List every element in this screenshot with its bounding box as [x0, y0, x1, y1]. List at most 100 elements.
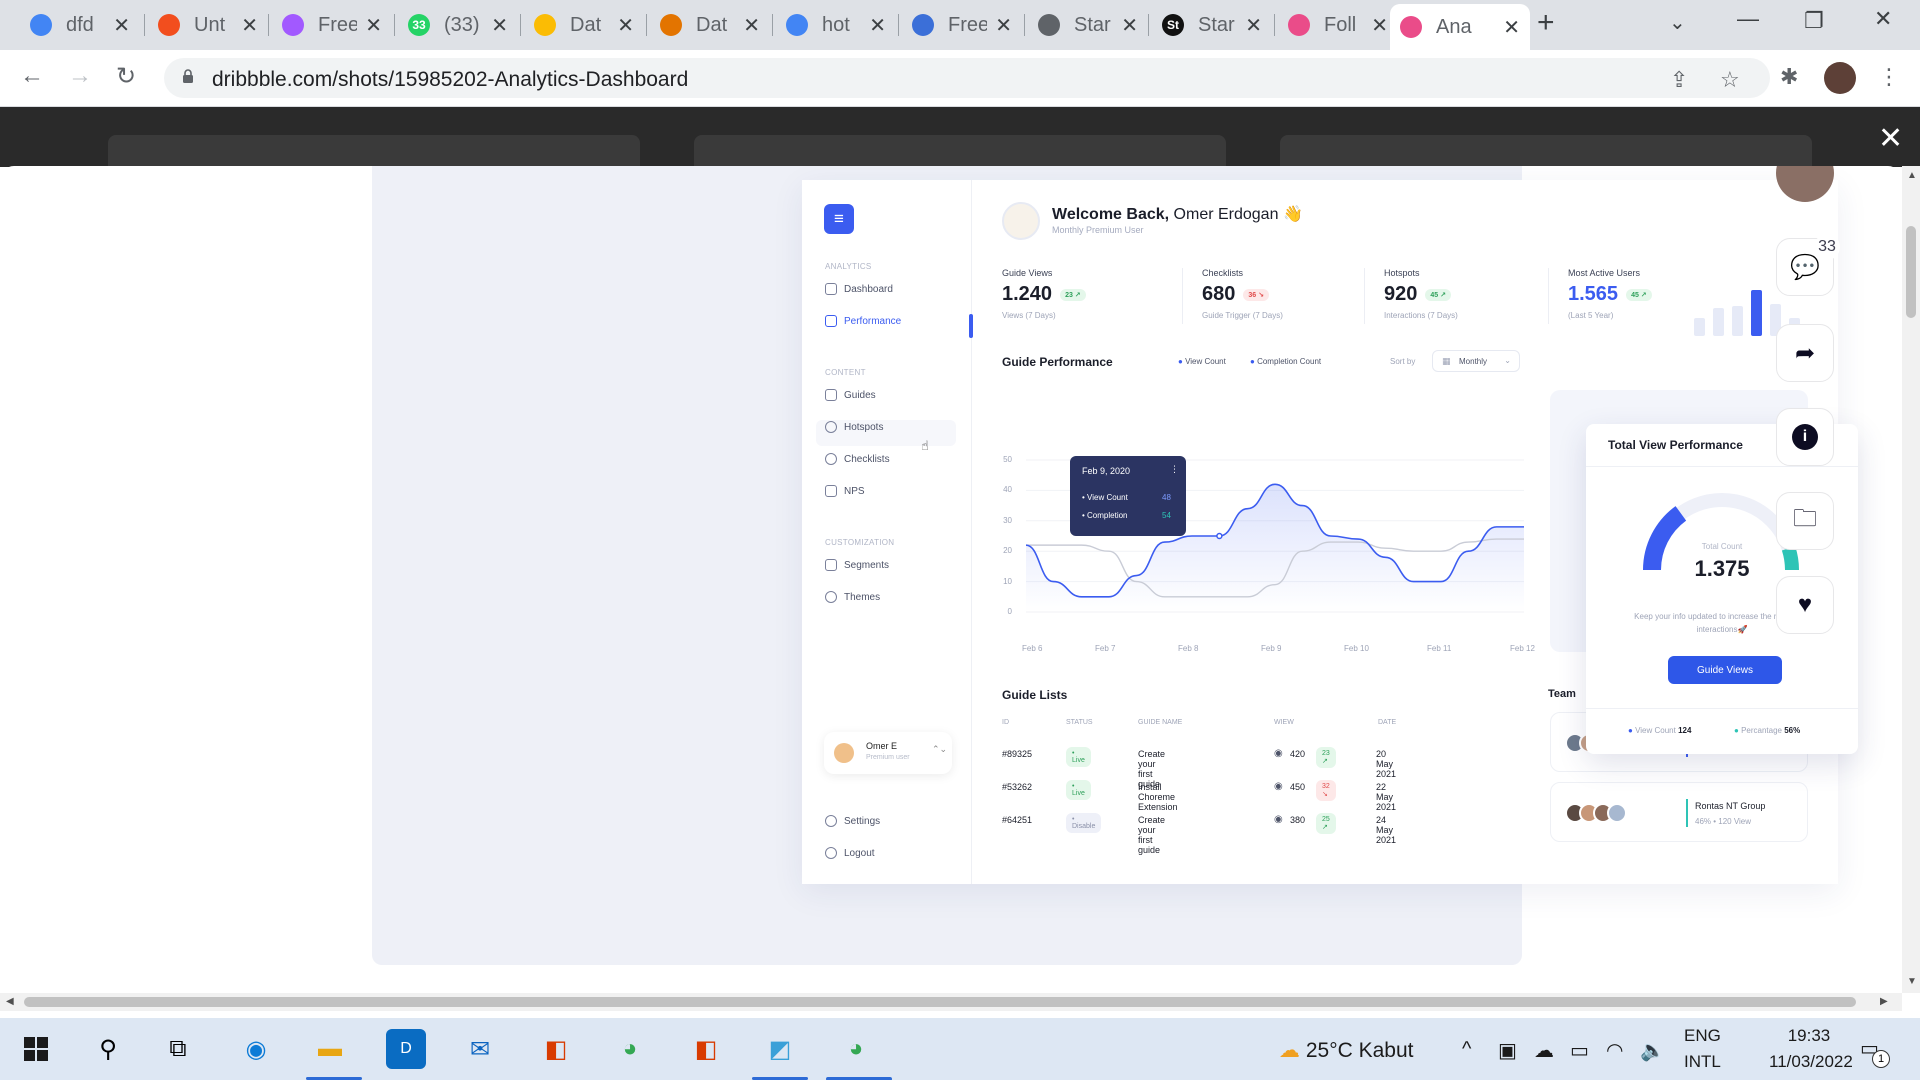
back-button[interactable]: ← [20, 62, 44, 90]
browser-tab[interactable]: Unt ✕ [148, 8, 268, 42]
series-point-view-count [1412, 580, 1414, 582]
wifi-icon[interactable]: ◠ [1606, 1038, 1623, 1063]
dell-icon[interactable]: D [386, 1029, 426, 1069]
battery-icon[interactable]: ▭ [1570, 1038, 1589, 1063]
tab-search-icon[interactable]: ⌄ [1669, 10, 1686, 35]
scroll-right-icon[interactable]: ▶ [1880, 996, 1888, 1007]
series-point-completion-count [1163, 596, 1165, 598]
close-tab-icon[interactable]: ✕ [1121, 13, 1138, 38]
bookmark-star-icon[interactable]: ☆ [1720, 67, 1740, 93]
profile-avatar[interactable] [1824, 62, 1856, 94]
legend-value: 56% [1784, 726, 1801, 735]
tab-separator [898, 14, 899, 36]
series-point-completion-count [1218, 596, 1220, 598]
series-point-view-count [1246, 507, 1248, 509]
tab-title: Dat [570, 13, 602, 36]
office-icon[interactable]: ◧ [686, 1029, 726, 1069]
clock-time[interactable]: 19:33 [1769, 1026, 1849, 1046]
close-tab-icon[interactable]: ✕ [241, 13, 258, 38]
tab-title: Foll [1324, 13, 1357, 36]
restore-button[interactable]: ❐ [1804, 8, 1824, 34]
close-tab-icon[interactable]: ✕ [491, 13, 508, 38]
reload-button[interactable]: ↻ [116, 62, 136, 91]
close-window-button[interactable]: ✕ [1874, 6, 1892, 32]
onedrive-icon[interactable]: ☁ [1534, 1038, 1554, 1063]
close-tab-icon[interactable]: ✕ [1503, 15, 1520, 40]
browser-tab[interactable]: Foll ✕ [1278, 8, 1398, 42]
browser-tab[interactable]: Free ✕ [902, 8, 1022, 42]
browser-menu-icon[interactable]: ⋮ [1878, 64, 1900, 90]
minimize-button[interactable]: — [1737, 6, 1759, 32]
edge-icon[interactable]: ◉ [236, 1029, 276, 1069]
tab-title: Star [1198, 13, 1235, 36]
close-tab-icon[interactable]: ✕ [617, 13, 634, 38]
browser-tab[interactable]: dfd ✕ [20, 8, 140, 42]
series-point-view-count [1495, 526, 1497, 528]
folder-plus-icon: 🗀 [1793, 504, 1817, 532]
scroll-up-icon[interactable]: ▲ [1907, 170, 1917, 181]
series-point-completion-count [1274, 583, 1276, 585]
input-layout[interactable]: INTL [1684, 1052, 1721, 1072]
scroll-thumb[interactable] [1906, 226, 1916, 318]
scroll-down-icon[interactable]: ▼ [1907, 976, 1917, 987]
eye-icon: ◉ [1274, 814, 1283, 825]
browser-tab[interactable]: Dat ✕ [524, 8, 644, 42]
tab-separator [1274, 14, 1275, 36]
chrome-profile-icon[interactable]: ◕ [836, 1029, 876, 1069]
like-button[interactable]: ♥ [1776, 576, 1834, 634]
office-icon[interactable]: ◧ [536, 1029, 576, 1069]
meet-now-icon[interactable]: ▣ [1498, 1038, 1517, 1063]
close-tab-icon[interactable]: ✕ [365, 13, 382, 38]
volume-icon[interactable]: 🔈 [1640, 1038, 1665, 1063]
omnibox[interactable]: dribbble.com/shots/15985202-Analytics-Da… [164, 58, 1770, 98]
card-title: Total View Performance [1608, 438, 1743, 452]
browser-tab[interactable]: Dat ✕ [650, 8, 770, 42]
column-header: DATE [1378, 719, 1397, 726]
series-point-completion-count [1523, 538, 1525, 540]
browser-tab[interactable]: hot ✕ [776, 8, 896, 42]
url-text[interactable]: dribbble.com/shots/15985202-Analytics-Da… [212, 68, 688, 92]
divider [1586, 708, 1858, 709]
share-icon[interactable]: ⇪ [1670, 67, 1688, 93]
close-tab-icon[interactable]: ✕ [995, 13, 1012, 38]
series-point-view-count [1163, 541, 1165, 543]
info-button[interactable]: i [1776, 408, 1834, 466]
new-tab-button[interactable]: + [1537, 6, 1555, 40]
browser-tab[interactable]: St Star ✕ [1152, 8, 1272, 42]
search-icon[interactable]: ⚲ [88, 1029, 128, 1069]
close-tab-icon[interactable]: ✕ [113, 13, 130, 38]
add-to-collection-button[interactable]: 🗀 [1776, 492, 1834, 550]
series-point-completion-count [1384, 547, 1386, 549]
horizontal-scrollbar[interactable]: ◀ ▶ [0, 993, 1902, 1011]
weather-widget[interactable]: ☁ 25°C Kabut [1279, 1038, 1413, 1063]
scroll-thumb[interactable] [24, 997, 1856, 1007]
mail-icon[interactable]: ✉ [460, 1029, 500, 1069]
share-arrow-icon: ➦ [1794, 339, 1816, 367]
close-tab-icon[interactable]: ✕ [743, 13, 760, 38]
windows-start-icon[interactable] [16, 1029, 56, 1069]
close-tab-icon[interactable]: ✕ [869, 13, 886, 38]
browser-tab[interactable]: 33 (33) ✕ [398, 8, 518, 42]
scroll-left-icon[interactable]: ◀ [6, 996, 14, 1007]
browser-tab[interactable]: Ana ✕ [1390, 4, 1530, 50]
file-explorer-icon[interactable]: ▬ [310, 1029, 350, 1069]
series-point-completion-count [1412, 550, 1414, 552]
background-shot [694, 135, 1226, 167]
browser-tab[interactable]: Star ✕ [1028, 8, 1148, 42]
tab-separator [1024, 14, 1025, 36]
browser-tab[interactable]: Free ✕ [272, 8, 392, 42]
notes-app-icon[interactable]: ◩ [760, 1029, 800, 1069]
extensions-icon[interactable]: ✱ [1780, 64, 1798, 90]
chrome-icon[interactable]: ◕ [610, 1029, 650, 1069]
show-hidden-icons[interactable]: ^ [1462, 1038, 1471, 1061]
info-icon: i [1792, 424, 1818, 450]
vertical-scrollbar[interactable]: ▲ ▼ [1902, 166, 1920, 993]
clock-date[interactable]: 11/03/2022 [1769, 1052, 1853, 1072]
input-language[interactable]: ENG [1684, 1026, 1721, 1046]
close-tab-icon[interactable]: ✕ [1371, 13, 1388, 38]
share-button[interactable]: ➦ [1776, 324, 1834, 382]
close-modal-icon[interactable]: ✕ [1878, 121, 1903, 156]
forward-button[interactable]: → [68, 62, 92, 90]
task-view-icon[interactable]: ⧉ [158, 1029, 198, 1069]
close-tab-icon[interactable]: ✕ [1245, 13, 1262, 38]
